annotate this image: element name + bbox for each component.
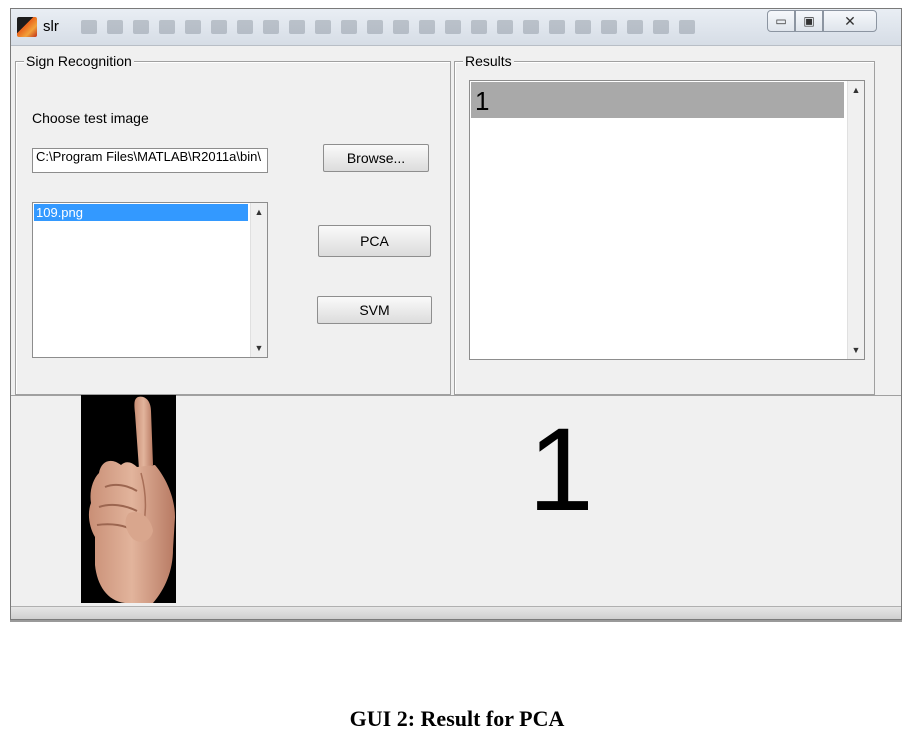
scroll-up-icon[interactable]: ▲ — [848, 85, 864, 95]
minimize-button[interactable]: ▭ — [767, 10, 795, 32]
hand-sign-image — [81, 395, 176, 603]
image-path-field[interactable]: C:\Program Files\MATLAB\R2011a\bin\ — [32, 148, 268, 173]
sign-recognition-panel: Sign Recognition Choose test image C:\Pr… — [15, 53, 451, 395]
file-listbox[interactable]: 109.png ▲ ▼ — [32, 202, 268, 358]
toolbar — [81, 20, 761, 36]
pca-button[interactable]: PCA — [318, 225, 431, 257]
app-window: slr ▭ ▣ ✕ Sign Recognition Choose test i… — [10, 8, 902, 620]
title-bar: slr ▭ ▣ ✕ — [11, 9, 901, 46]
recognized-result-display: 1 — [528, 404, 594, 536]
close-button[interactable]: ✕ — [823, 10, 877, 32]
panel-title-sign-recognition: Sign Recognition — [24, 53, 134, 69]
svm-button[interactable]: SVM — [317, 296, 432, 324]
status-bar — [11, 606, 901, 619]
panel-title-results: Results — [463, 53, 514, 69]
browse-button[interactable]: Browse... — [323, 144, 429, 172]
maximize-button[interactable]: ▣ — [795, 10, 823, 32]
scroll-up-icon[interactable]: ▲ — [251, 207, 267, 217]
list-item[interactable]: 1 — [471, 82, 844, 118]
results-panel: Results 1 ▲ ▼ — [454, 53, 875, 395]
scroll-down-icon[interactable]: ▼ — [251, 343, 267, 353]
matlab-icon — [17, 17, 37, 37]
figure-caption: GUI 2: Result for PCA — [349, 706, 565, 731]
choose-image-label: Choose test image — [32, 110, 149, 126]
results-scrollbar[interactable]: ▲ ▼ — [847, 81, 864, 359]
list-item[interactable]: 109.png — [34, 204, 248, 221]
scroll-down-icon[interactable]: ▼ — [848, 345, 864, 355]
results-listbox[interactable]: 1 ▲ ▼ — [469, 80, 865, 360]
file-list-scrollbar[interactable]: ▲ ▼ — [250, 203, 267, 357]
window-title: slr — [43, 18, 59, 35]
